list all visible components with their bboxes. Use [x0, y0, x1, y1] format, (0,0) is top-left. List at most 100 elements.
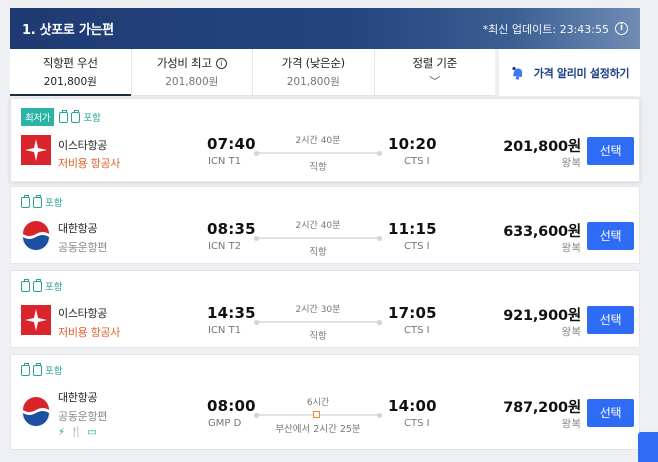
sort-tab-best-value[interactable]: 가성비 최고 i 201,800원 [132, 49, 253, 95]
luggage-icon [21, 194, 30, 208]
bell-icon [512, 66, 522, 80]
route-line [254, 149, 382, 157]
flight-price: 787,200원 [503, 400, 581, 416]
baggage-label: 포함 [45, 198, 63, 209]
airline-type: 공동운항편 [58, 410, 108, 423]
flight-route: 2시간 40분 직항 [254, 218, 382, 258]
flight-duration: 2시간 40분 [295, 136, 341, 146]
flight-route: 2시간 40분 직항 [254, 133, 382, 173]
arrival-airport: CTS I [404, 156, 430, 167]
route-line [254, 234, 382, 242]
sort-tab-price: 201,800원 [43, 76, 97, 88]
route-type: 직항 [309, 247, 327, 258]
baggage-included-tag: 포함 [59, 109, 101, 124]
route-line [254, 318, 382, 326]
roundtrip-label: 왕복 [561, 242, 581, 254]
select-button[interactable]: 선택 [587, 306, 634, 334]
flight-tags: 포함 [21, 362, 63, 377]
lowest-price-badge: 최저가 [21, 108, 55, 126]
luggage-icon [71, 109, 81, 123]
price-alert-label: 가격 알리미 설정하기 [533, 66, 630, 80]
baggage-label: 포함 [83, 113, 101, 124]
departure-time: 14:35 [207, 304, 256, 322]
route-type: 직항 [309, 162, 327, 173]
roundtrip-label: 왕복 [561, 157, 581, 169]
info-icon[interactable]: i [615, 22, 628, 35]
flight-price: 633,600원 [503, 224, 581, 240]
price-alert-button[interactable]: 가격 알리미 설정하기 [495, 49, 640, 96]
luggage-icon [33, 194, 42, 208]
flight-price: 921,900원 [503, 308, 581, 324]
airline-name: 대한항공 [58, 222, 98, 235]
meal-icon: 🍴 [70, 427, 83, 438]
last-updated: *최신 업데이트: 23:43:55 i [483, 21, 628, 37]
flight-tags: 최저가 포함 [21, 108, 101, 126]
flight-tags: 포함 [21, 278, 63, 293]
roundtrip-label: 왕복 [561, 326, 581, 338]
flight-duration: 2시간 30분 [295, 305, 341, 315]
sort-tab-lowest-price[interactable]: 가격 (낮은순) 201,800원 [253, 49, 375, 95]
airline-type: 저비용 항공사 [58, 326, 121, 339]
departure-airport: ICN T1 [208, 156, 242, 167]
departure-airport: GMP D [208, 418, 242, 429]
flight-route: 6시간 부산에서 2시간 25분 [254, 395, 382, 435]
luggage-icon [21, 278, 30, 292]
baggage-included-tag: 포함 [21, 194, 63, 209]
sort-tab-direct-first[interactable]: 직항편 우선 201,800원 [10, 49, 132, 96]
airline-type: 저비용 항공사 [58, 157, 121, 170]
baggage-label: 포함 [45, 282, 63, 293]
baggage-included-tag: 포함 [21, 362, 63, 377]
departure-airport: ICN T1 [208, 325, 242, 336]
sort-tab-price: 201,800원 [165, 76, 219, 88]
arrival-time: 11:15 [388, 220, 437, 238]
sort-tab-label: 가격 (낮은순) [281, 56, 345, 70]
flight-card[interactable]: 포함 이스타항공 저비용 항공사 14:35 ICN T1 2시간 30분 직항… [10, 270, 640, 348]
layover-marker [313, 411, 320, 418]
eastar-jet-logo [21, 135, 51, 165]
sort-bar: 직항편 우선 201,800원 가성비 최고 i 201,800원 가격 (낮은… [10, 49, 495, 96]
route-line [254, 411, 382, 419]
departure-time: 08:00 [207, 397, 256, 415]
flight-card[interactable]: 최저가 포함 이스타항공 저비용 항공사 07:40 ICN T1 2시간 40… [10, 98, 640, 182]
departure-time: 08:35 [207, 220, 256, 238]
route-type: 부산에서 2시간 25분 [275, 424, 361, 435]
sort-tab-label: 정렬 기준 [412, 56, 458, 70]
arrival-airport: CTS I [404, 325, 430, 336]
arrival-time: 14:00 [388, 397, 437, 415]
flight-card[interactable]: 포함 대한항공 공동운항편 08:35 ICN T2 2시간 40분 직항 11… [10, 186, 640, 264]
flight-card[interactable]: 포함 대한항공 공동운항편 ⚡ 🍴 ▭ 08:00 GMP D 6시간 부산에서… [10, 354, 640, 450]
results-header: 1. 삿포로 가는편 *최신 업데이트: 23:43:55 i [10, 8, 640, 49]
sort-tab-price: 201,800원 [286, 76, 340, 88]
sort-by-dropdown[interactable]: 정렬 기준 ﹀ [375, 49, 496, 95]
select-button[interactable]: 선택 [587, 222, 634, 250]
departure-time: 07:40 [207, 135, 256, 153]
eastar-jet-logo [21, 305, 51, 335]
select-button[interactable]: 선택 [587, 137, 634, 165]
flight-route: 2시간 30분 직항 [254, 302, 382, 342]
luggage-icon [33, 278, 42, 292]
arrival-airport: CTS I [404, 418, 430, 429]
korean-air-logo [21, 221, 51, 251]
floating-action-button[interactable] [638, 432, 658, 462]
page-title: 1. 삿포로 가는편 [22, 23, 114, 38]
luggage-icon [21, 362, 30, 376]
airline-type: 공동운항편 [58, 241, 108, 254]
flight-duration: 6시간 [306, 398, 330, 408]
info-icon[interactable]: i [215, 57, 227, 69]
sort-tab-label: 직항편 우선 [42, 56, 98, 70]
arrival-time: 10:20 [388, 135, 437, 153]
amenities: ⚡ 🍴 ▭ [58, 427, 97, 438]
arrival-time: 17:05 [388, 304, 437, 322]
baggage-included-tag: 포함 [21, 278, 63, 293]
flight-tags: 포함 [21, 194, 63, 209]
luggage-icon [33, 362, 42, 376]
flight-price: 201,800원 [503, 139, 581, 155]
airline-name: 이스타항공 [58, 139, 108, 152]
roundtrip-label: 왕복 [561, 418, 581, 430]
select-button[interactable]: 선택 [587, 399, 634, 427]
power-icon: ⚡ [58, 427, 66, 438]
flight-duration: 2시간 40분 [295, 221, 341, 231]
route-type: 직항 [309, 331, 327, 342]
arrival-airport: CTS I [404, 241, 430, 252]
baggage-label: 포함 [45, 366, 63, 377]
